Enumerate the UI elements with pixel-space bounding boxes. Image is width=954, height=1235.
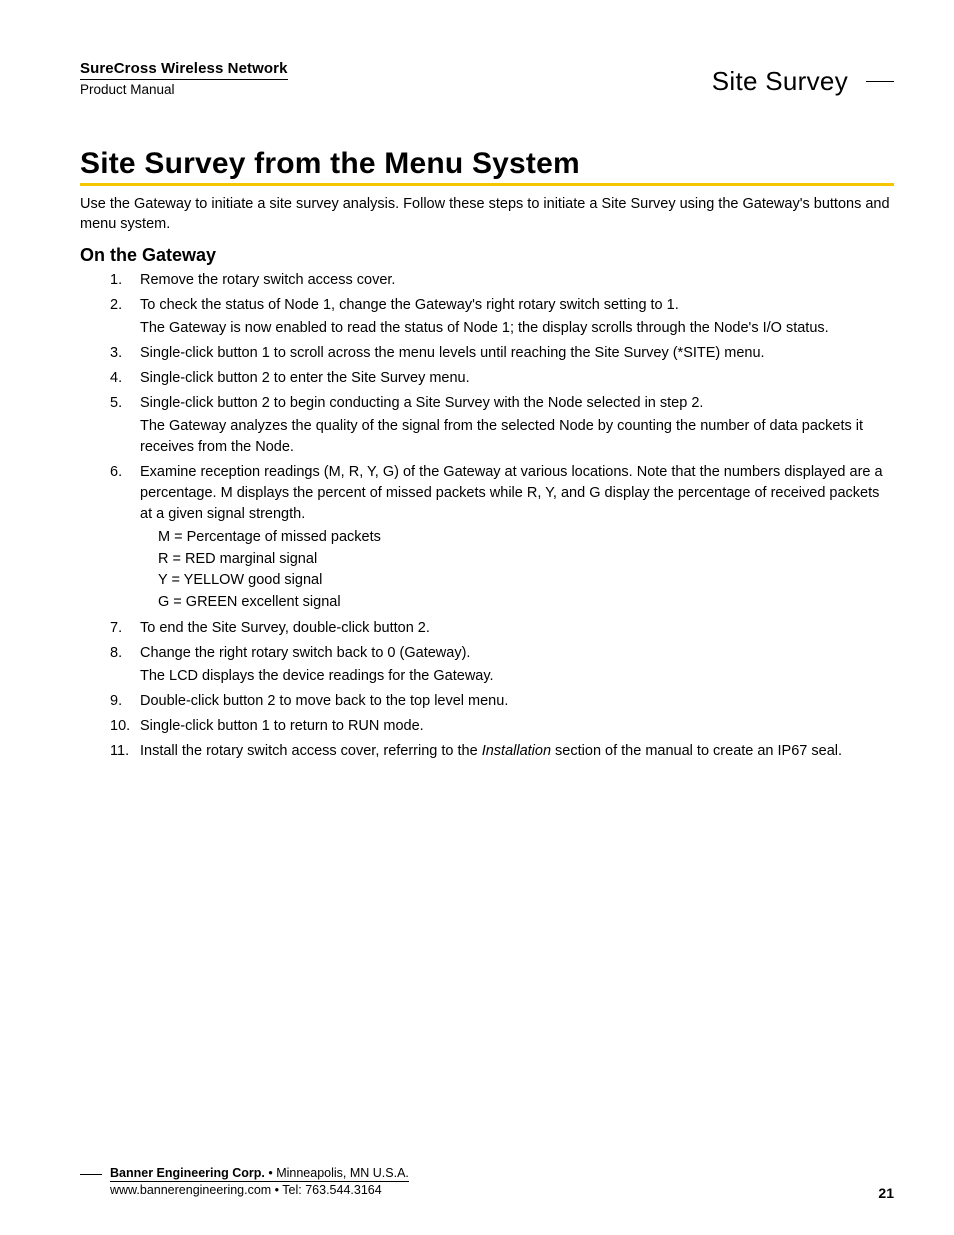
step-text: Double-click button 2 to move back to th… <box>140 693 508 709</box>
step-note: The Gateway analyzes the quality of the … <box>140 416 894 458</box>
step-item: Single-click button 2 to begin conductin… <box>80 393 894 458</box>
step-text: Single-click button 2 to enter the Site … <box>140 370 470 386</box>
step-item: Change the right rotary switch back to 0… <box>80 643 894 687</box>
accent-rule <box>80 183 894 186</box>
definition-line: M = Percentage of missed packets <box>158 527 894 549</box>
header-left: SureCross Wireless Network Product Manua… <box>80 60 288 97</box>
step-item: Double-click button 2 to move back to th… <box>80 691 894 712</box>
step-text: section of the manual to create an IP67 … <box>551 743 842 759</box>
step-item: Single-click button 2 to enter the Site … <box>80 368 894 389</box>
doc-subtitle: Product Manual <box>80 82 288 97</box>
step-item: Single-click button 1 to return to RUN m… <box>80 716 894 737</box>
step-item: Single-click button 1 to scroll across t… <box>80 343 894 364</box>
definitions: M = Percentage of missed packetsR = RED … <box>158 527 894 614</box>
footer-company-line: Banner Engineering Corp. • Minneapolis, … <box>110 1166 409 1182</box>
italic-term: Installation <box>482 743 551 759</box>
step-note: The LCD displays the device readings for… <box>140 666 894 687</box>
decorative-rule <box>866 81 894 82</box>
page-footer: Banner Engineering Corp. • Minneapolis, … <box>80 1166 894 1197</box>
page-number: 21 <box>878 1185 894 1201</box>
doc-title: SureCross Wireless Network <box>80 60 288 80</box>
intro-paragraph: Use the Gateway to initiate a site surve… <box>80 194 894 235</box>
step-text: Install the rotary switch access cover, … <box>140 743 482 759</box>
step-text: Single-click button 1 to return to RUN m… <box>140 718 424 734</box>
step-text: To end the Site Survey, double-click but… <box>140 620 430 636</box>
definition-line: R = RED marginal signal <box>158 549 894 571</box>
definition-line: Y = YELLOW good signal <box>158 570 894 592</box>
step-item: Examine reception readings (M, R, Y, G) … <box>80 462 894 614</box>
footer-location: • Minneapolis, MN U.S.A. <box>265 1166 409 1180</box>
page-header: SureCross Wireless Network Product Manua… <box>80 60 894 97</box>
step-text: To check the status of Node 1, change th… <box>140 297 679 313</box>
decorative-rule <box>80 1174 102 1175</box>
section-title: Site Survey <box>712 66 848 97</box>
step-item: To end the Site Survey, double-click but… <box>80 618 894 639</box>
step-text: Examine reception readings (M, R, Y, G) … <box>140 464 883 522</box>
step-text: Single-click button 1 to scroll across t… <box>140 345 765 361</box>
step-note: The Gateway is now enabled to read the s… <box>140 318 894 339</box>
definition-line: G = GREEN excellent signal <box>158 592 894 614</box>
step-item: Install the rotary switch access cover, … <box>80 741 894 762</box>
step-item: Remove the rotary switch access cover. <box>80 270 894 291</box>
header-right: Site Survey <box>712 66 894 97</box>
footer-contact: www.bannerengineering.com • Tel: 763.544… <box>110 1183 894 1197</box>
step-item: To check the status of Node 1, change th… <box>80 295 894 339</box>
page-title: Site Survey from the Menu System <box>80 147 894 181</box>
step-text: Single-click button 2 to begin conductin… <box>140 395 703 411</box>
step-text: Change the right rotary switch back to 0… <box>140 645 470 661</box>
step-text: Remove the rotary switch access cover. <box>140 272 395 288</box>
steps-list: Remove the rotary switch access cover. To… <box>80 270 894 762</box>
subheading: On the Gateway <box>80 245 894 266</box>
footer-company: Banner Engineering Corp. <box>110 1166 265 1180</box>
